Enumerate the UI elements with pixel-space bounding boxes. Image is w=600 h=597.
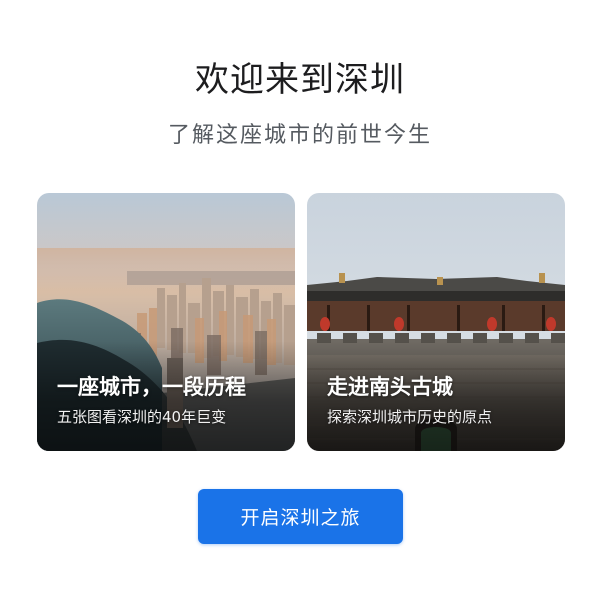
card-nantou-ancient-city[interactable]: 走进南头古城 探索深圳城市历史的原点 bbox=[307, 193, 565, 451]
page-title: 欢迎来到深圳 bbox=[195, 60, 405, 100]
card-title: 一座城市，一段历程 bbox=[57, 375, 246, 399]
card-description: 探索深圳城市历史的原点 bbox=[327, 408, 493, 426]
card-title: 走进南头古城 bbox=[327, 375, 453, 399]
card-description: 五张图看深圳的40年巨变 bbox=[57, 408, 227, 426]
start-journey-button[interactable]: 开启深圳之旅 bbox=[198, 489, 403, 544]
page-subtitle: 了解这座城市的前世今生 bbox=[167, 123, 432, 148]
card-city-journey[interactable]: 一座城市，一段历程 五张图看深圳的40年巨变 bbox=[37, 193, 295, 451]
